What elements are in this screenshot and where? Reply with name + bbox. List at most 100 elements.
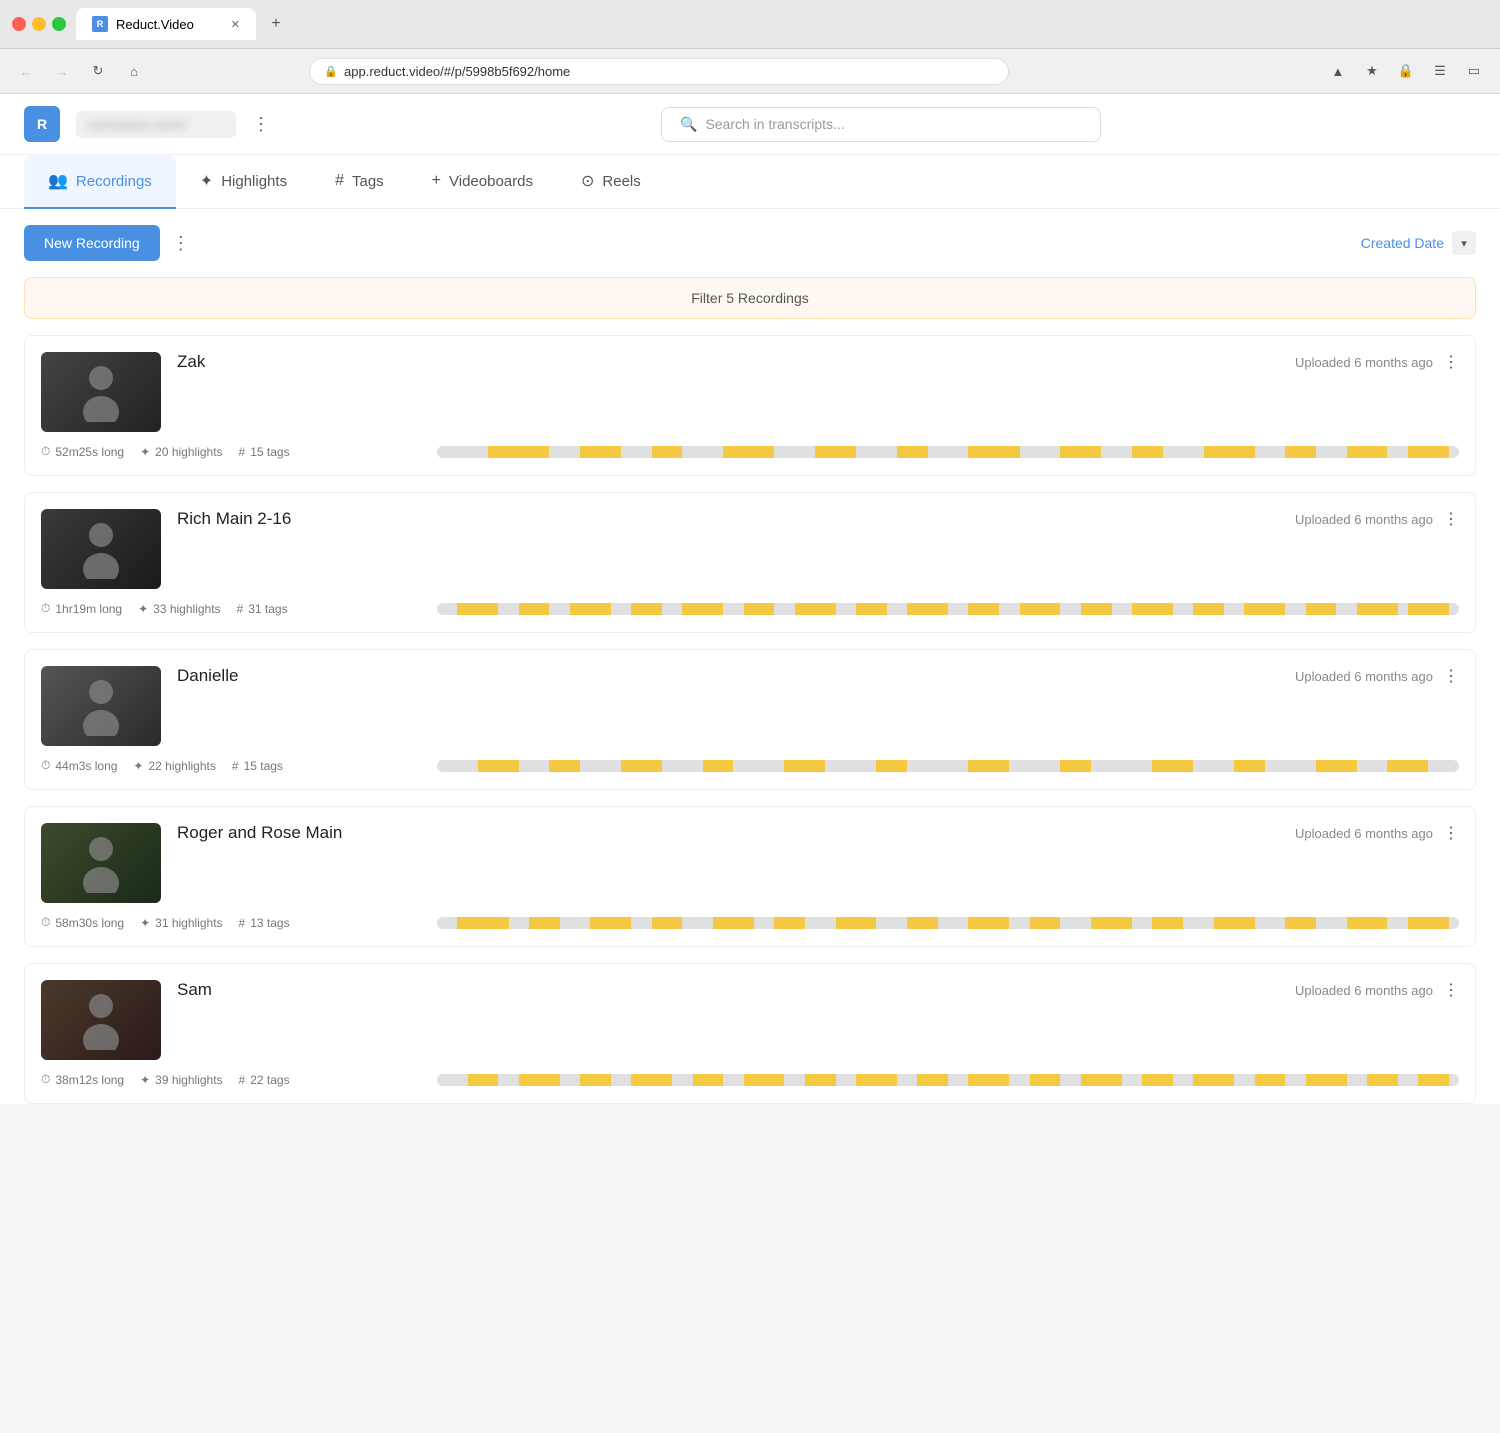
timeline-segment — [907, 917, 938, 929]
toolbar-more-button[interactable]: ⋮ — [172, 233, 190, 254]
timeline-segment — [478, 760, 519, 772]
timeline-segment — [1316, 760, 1357, 772]
thumb-overlay — [41, 509, 161, 589]
recording-top: Roger and Rose Main Uploaded 6 months ag… — [41, 823, 1459, 903]
timeline-segment — [1285, 446, 1316, 458]
tab-close-button[interactable]: ✕ — [231, 18, 240, 31]
recording-thumbnail[interactable] — [41, 823, 161, 903]
password-button[interactable]: 🔒 — [1392, 57, 1420, 85]
timeline-segment — [744, 603, 775, 615]
recording-thumbnail[interactable] — [41, 509, 161, 589]
sidebar-button[interactable]: ▭ — [1460, 57, 1488, 85]
recording-item-rich-main[interactable]: Rich Main 2-16 Uploaded 6 months ago ⋮ ⏱… — [24, 492, 1476, 633]
timeline-segment — [713, 917, 754, 929]
app-header: R workspace name ⋮ 🔍 Search in transcrip… — [0, 94, 1500, 155]
recording-more-button[interactable]: ⋮ — [1443, 980, 1459, 1000]
extensions-button[interactable]: ☰ — [1426, 57, 1454, 85]
recording-item-roger-rose[interactable]: Roger and Rose Main Uploaded 6 months ag… — [24, 806, 1476, 947]
recording-thumbnail[interactable] — [41, 352, 161, 432]
recording-top: Sam Uploaded 6 months ago ⋮ — [41, 980, 1459, 1060]
timeline-segment — [1081, 603, 1112, 615]
browser-chrome: R Reduct.Video ✕ + — [0, 0, 1500, 49]
timeline-segment — [876, 760, 907, 772]
timeline-segment — [1091, 917, 1132, 929]
stat-duration: ⏱ 44m3s long — [41, 758, 117, 773]
tab-reels[interactable]: ⊙ Reels — [557, 155, 665, 209]
header-more-button[interactable]: ⋮ — [252, 114, 270, 135]
workspace-selector[interactable]: workspace name — [76, 111, 236, 138]
close-button[interactable] — [12, 17, 26, 31]
address-bar[interactable]: 🔒 app.reduct.video/#/p/5998b5f692/home — [309, 58, 1009, 85]
recording-item-danielle[interactable]: Danielle Uploaded 6 months ago ⋮ ⏱ 44m3s… — [24, 649, 1476, 790]
recording-more-button[interactable]: ⋮ — [1443, 823, 1459, 843]
maximize-button[interactable] — [52, 17, 66, 31]
new-tab-button[interactable]: + — [262, 10, 290, 38]
new-recording-button[interactable]: New Recording — [24, 225, 160, 261]
tag-icon: # — [232, 759, 239, 773]
search-placeholder: Search in transcripts... — [705, 116, 844, 132]
toolbar: New Recording ⋮ Created Date ▾ — [0, 209, 1500, 277]
stat-duration: ⏱ 1hr19m long — [41, 601, 122, 616]
active-tab[interactable]: R Reduct.Video ✕ — [76, 8, 256, 40]
recording-more-button[interactable]: ⋮ — [1443, 509, 1459, 529]
tab-recordings[interactable]: 👥 Recordings — [24, 155, 176, 209]
stat-tags: # 31 tags — [237, 602, 288, 616]
timeline-segment — [907, 603, 948, 615]
tab-tags[interactable]: # Tags — [311, 156, 408, 208]
stat-highlights: ✦ 31 highlights — [140, 916, 222, 930]
forward-button[interactable]: → — [48, 57, 76, 85]
timeline-segment — [1418, 1074, 1449, 1086]
recording-more-button[interactable]: ⋮ — [1443, 352, 1459, 372]
nav-tabs: 👥 Recordings ✦ Highlights # Tags + Video… — [0, 155, 1500, 209]
duration-text: 38m12s long — [55, 1073, 124, 1087]
workspace-text: workspace name — [88, 117, 186, 132]
timeline-bar — [437, 446, 1459, 458]
timeline-segment — [631, 603, 662, 615]
lock-icon: 🔒 — [324, 65, 338, 78]
home-button[interactable]: ⌂ — [120, 57, 148, 85]
reload-button[interactable]: ↻ — [84, 57, 112, 85]
recording-bottom: ⏱ 38m12s long ✦ 39 highlights # 22 tags — [41, 1072, 1459, 1087]
recording-more-button[interactable]: ⋮ — [1443, 666, 1459, 686]
timeline-segment — [968, 1074, 1009, 1086]
recording-item-sam[interactable]: Sam Uploaded 6 months ago ⋮ ⏱ 38m12s lon… — [24, 963, 1476, 1104]
highlight-icon: ✦ — [133, 759, 143, 773]
sort-direction-button[interactable]: ▾ — [1452, 231, 1476, 255]
recording-bottom: ⏱ 58m30s long ✦ 31 highlights # 13 tags — [41, 915, 1459, 930]
timeline-segment — [457, 603, 498, 615]
tab-tags-label: Tags — [352, 173, 384, 190]
recording-thumbnail[interactable] — [41, 980, 161, 1060]
back-button[interactable]: ← — [12, 57, 40, 85]
timeline-segment — [580, 446, 621, 458]
search-input-wrapper[interactable]: 🔍 Search in transcripts... — [661, 107, 1101, 142]
sort-label[interactable]: Created Date — [1361, 235, 1444, 251]
tag-icon: # — [239, 916, 246, 930]
recording-info: Roger and Rose Main — [177, 823, 1279, 847]
highlights-icon: ✦ — [200, 171, 213, 191]
tab-favicon: R — [92, 16, 108, 32]
timeline-segment — [856, 603, 887, 615]
tab-highlights[interactable]: ✦ Highlights — [176, 155, 311, 209]
recording-name: Danielle — [177, 666, 1279, 686]
recording-bottom: ⏱ 1hr19m long ✦ 33 highlights # 31 tags — [41, 601, 1459, 616]
share-button[interactable]: ▲ — [1324, 57, 1352, 85]
recording-meta: Uploaded 6 months ago ⋮ — [1295, 980, 1459, 1000]
app-logo: R — [24, 106, 60, 142]
recording-stats: ⏱ 52m25s long ✦ 20 highlights # 15 tags — [41, 444, 421, 459]
minimize-button[interactable] — [32, 17, 46, 31]
recording-top: Zak Uploaded 6 months ago ⋮ — [41, 352, 1459, 432]
timeline-segment — [1152, 760, 1193, 772]
tab-videoboards[interactable]: + Videoboards — [408, 156, 557, 208]
stat-highlights: ✦ 22 highlights — [133, 759, 215, 773]
upload-time: Uploaded 6 months ago — [1295, 669, 1433, 684]
browser-titlebar: R Reduct.Video ✕ + — [12, 8, 1488, 40]
recording-thumbnail[interactable] — [41, 666, 161, 746]
recording-meta: Uploaded 6 months ago ⋮ — [1295, 352, 1459, 372]
stat-duration: ⏱ 58m30s long — [41, 915, 124, 930]
bookmark-button[interactable]: ★ — [1358, 57, 1386, 85]
timeline-segment — [723, 446, 774, 458]
timeline-segment — [836, 917, 877, 929]
timeline-segment — [621, 760, 662, 772]
recording-item-zak[interactable]: Zak Uploaded 6 months ago ⋮ ⏱ 52m25s lon… — [24, 335, 1476, 476]
timeline-segment — [652, 917, 683, 929]
